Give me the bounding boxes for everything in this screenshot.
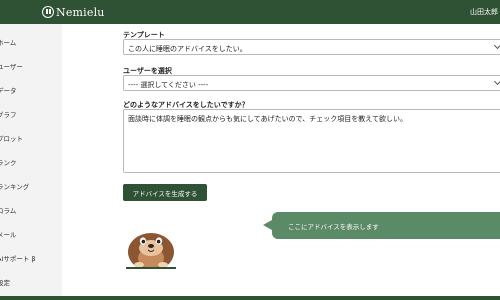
- sidebar-item-graph[interactable]: グラフ: [0, 109, 17, 119]
- top-bar: Nemielu 山田太郎: [0, 0, 500, 24]
- advice-textarea[interactable]: 面談時に体調を睡眠の観点からも気にしてあげたいので、チェック項目を教えて欲しい。: [123, 109, 500, 173]
- template-select[interactable]: この人に睡眠のアドバイスをしたい。: [123, 39, 500, 55]
- user-select-value: ---- 選択してください ----: [128, 81, 209, 89]
- chevron-down-icon: [493, 77, 500, 86]
- logo-text: Nemielu: [56, 5, 105, 19]
- advice-output-bubble: ここにアドバイスを表示します: [263, 212, 500, 239]
- sidebar-item-ai-support[interactable]: AIサポート β: [0, 253, 36, 263]
- nemielu-logo-icon: [42, 6, 54, 18]
- sidebar-item-mail[interactable]: メール: [0, 229, 17, 239]
- user-select[interactable]: ---- 選択してください ----: [123, 75, 500, 91]
- user-name[interactable]: 山田太郎: [470, 7, 498, 17]
- sidebar-item-settings[interactable]: 設定: [0, 277, 10, 287]
- main-content: テンプレート この人に睡眠のアドバイスをしたい。 ユーザーを選択 ---- 選択…: [62, 24, 500, 296]
- sidebar-item-rank[interactable]: ランク: [0, 157, 17, 167]
- mole-mascot-icon: [126, 233, 176, 269]
- sidebar-item-column[interactable]: コラム: [0, 205, 16, 215]
- sidebar-item-home[interactable]: ホーム: [0, 37, 16, 47]
- generate-advice-button[interactable]: アドバイスを生成する: [123, 184, 207, 201]
- advice-output-text: ここにアドバイスを表示します: [288, 223, 379, 231]
- advice-textarea-value: 面談時に体調を睡眠の観点からも気にしてあげたいので、チェック項目を教えて欲しい。: [128, 115, 407, 123]
- chevron-down-icon: [493, 41, 500, 50]
- sidebar: ホーム ユーザー データ グラフ プロット ランク ランキング コラム メール …: [0, 24, 62, 296]
- template-select-value: この人に睡眠のアドバイスをしたい。: [128, 45, 247, 53]
- sidebar-item-users[interactable]: ユーザー: [0, 61, 23, 71]
- app-logo[interactable]: Nemielu: [42, 5, 105, 19]
- sidebar-item-plot[interactable]: プロット: [0, 133, 23, 143]
- footer-bar: [0, 296, 500, 300]
- sidebar-item-data[interactable]: データ: [0, 85, 17, 95]
- sidebar-item-ranking[interactable]: ランキング: [0, 181, 29, 191]
